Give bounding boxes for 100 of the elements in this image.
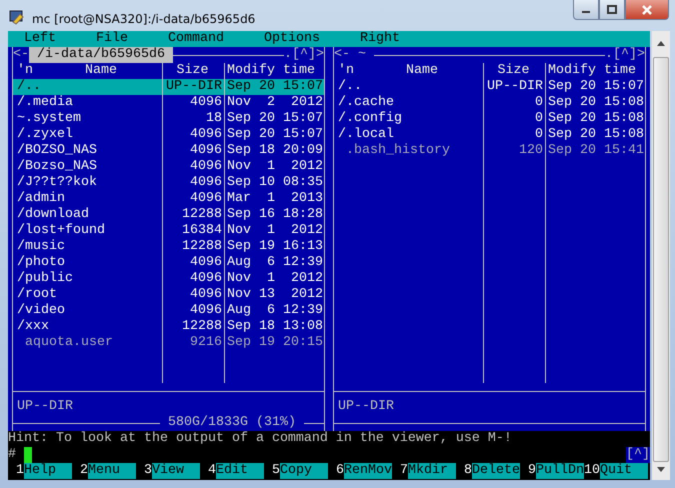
close-icon (641, 4, 653, 14)
file-size: 0 (535, 111, 543, 126)
file-name: /video (17, 303, 65, 318)
app-icon (8, 8, 26, 26)
file-time: Sep 20 15:08 (548, 111, 644, 126)
file-row[interactable]: .bash_history 120 Sep 20 15:41 (334, 143, 645, 159)
key-number: 7 (399, 463, 408, 479)
file-name: /BOZSO_NAS (17, 143, 97, 158)
status-text: UP--DIR (17, 399, 73, 414)
file-name: /lost+found (17, 223, 105, 238)
file-size: UP--DIR (166, 79, 222, 94)
disk-usage-text: 580G/1833G (31%) (167, 415, 298, 431)
file-row[interactable]: /lost+found 16384 Nov 1 2012 (13, 223, 324, 239)
column-header[interactable]: Size (498, 63, 530, 78)
function-key-button[interactable]: Menu (88, 463, 136, 479)
file-time: Nov 1 2012 (227, 271, 323, 286)
file-row[interactable]: /photo 4096 Aug 6 12:39 (13, 255, 324, 271)
text-cursor (24, 447, 32, 463)
file-name: ~.system (17, 111, 81, 126)
file-size: UP--DIR (487, 79, 543, 94)
column-header[interactable]: Size (176, 63, 208, 78)
file-row[interactable]: aquota.user 9216 Sep 19 20:15 (13, 335, 324, 351)
panel-corner: <- (13, 47, 29, 63)
panel-menu-marker[interactable]: .[^]> (605, 47, 645, 63)
file-name: /admin (17, 191, 65, 206)
menu-item[interactable]: Options (264, 31, 360, 47)
file-name: /download (17, 207, 89, 222)
close-button[interactable] (625, 0, 669, 20)
maximize-button[interactable] (599, 0, 625, 20)
key-number: 6 (335, 463, 344, 479)
file-row[interactable]: /J??t??kok 4096 Sep 10 08:35 (13, 175, 324, 191)
file-row[interactable]: /download 12288 Sep 16 18:28 (13, 207, 324, 223)
sort-indicator[interactable]: 'n (338, 63, 354, 79)
file-row[interactable]: /.cache 0 Sep 20 15:08 (334, 95, 645, 111)
file-time: Sep 10 08:35 (227, 175, 323, 190)
file-size: 0 (535, 95, 543, 110)
column-header[interactable]: Name (406, 63, 438, 79)
function-key-button[interactable]: Mkdir (408, 463, 456, 479)
file-row[interactable]: /BOZSO_NAS 4096 Sep 18 20:09 (13, 143, 324, 159)
function-key-button[interactable]: Quit (600, 463, 648, 479)
file-row[interactable]: /admin 4096 Mar 1 2013 (13, 191, 324, 207)
menu-item[interactable]: Right (360, 31, 440, 47)
file-name: /.. (17, 79, 41, 94)
scroll-down-icon[interactable] (656, 466, 666, 474)
file-row[interactable]: /xxx 12288 Sep 18 13:08 (13, 319, 324, 335)
column-header[interactable]: Name (85, 63, 117, 79)
file-row[interactable]: /root 4096 Nov 13 2012 (13, 287, 324, 303)
file-name: /.zyxel (17, 127, 73, 142)
scroll-up-icon[interactable] (656, 39, 666, 47)
menu-item[interactable]: Left (24, 31, 96, 47)
file-time: Sep 18 20:09 (227, 143, 323, 158)
file-row[interactable]: /music 12288 Sep 19 16:13 (13, 239, 324, 255)
key-number: 9 (527, 463, 536, 479)
key-number: 8 (463, 463, 472, 479)
file-row[interactable]: /public 4096 Nov 1 2012 (13, 271, 324, 287)
file-size: 4096 (190, 159, 222, 174)
function-key-button[interactable]: PullDn (536, 463, 584, 479)
file-time: Sep 20 15:07 (227, 111, 323, 126)
function-key-button[interactable]: View (152, 463, 200, 479)
key-number: 5 (271, 463, 280, 479)
file-row[interactable]: /.config 0 Sep 20 15:08 (334, 111, 645, 127)
file-row[interactable]: /video 4096 Aug 6 12:39 (13, 303, 324, 319)
key-number: 3 (143, 463, 152, 479)
hint-text: Hint: To look at the output of a command in the viewer, use M-! (8, 431, 513, 447)
file-row[interactable]: ~.system 18 Sep 20 15:07 (13, 111, 324, 127)
file-size: 120 (519, 143, 543, 158)
file-row[interactable]: /.. UP--DIR Sep 20 15:07 (13, 79, 324, 95)
file-name: aquota.user (24, 335, 113, 350)
file-row[interactable]: /Bozso_NAS 4096 Nov 1 2012 (13, 159, 324, 175)
minimize-button[interactable] (573, 0, 599, 20)
function-key-button[interactable]: Delete (472, 463, 520, 479)
column-header[interactable]: Modify time (548, 63, 636, 78)
sort-indicator[interactable]: 'n (17, 63, 33, 79)
file-row[interactable]: /.media 4096 Nov 2 2012 (13, 95, 324, 111)
file-size: 9216 (190, 335, 222, 350)
function-key-button[interactable]: Help (24, 463, 72, 479)
file-size: 0 (535, 127, 543, 142)
column-header[interactable]: Modify time (227, 63, 315, 78)
file-size: 4096 (190, 175, 222, 190)
file-size: 16384 (182, 223, 222, 238)
window-title: mc [root@NSA320]:/i-data/b65965d6 (32, 11, 256, 28)
file-row[interactable]: /.local 0 Sep 20 15:08 (334, 127, 645, 143)
file-time: Nov 13 2012 (227, 287, 323, 302)
function-key-button[interactable]: Edit (216, 463, 264, 479)
file-row[interactable]: /.zyxel 4096 Sep 20 15:07 (13, 127, 324, 143)
file-size: 18 (206, 111, 222, 126)
scrollbar-thumb[interactable] (653, 57, 669, 462)
function-key-button[interactable]: Copy (280, 463, 328, 479)
menu-item[interactable]: File (96, 31, 168, 47)
file-size: 12288 (182, 239, 222, 254)
file-name: /root (17, 287, 57, 302)
menu-item[interactable]: Command (168, 31, 264, 47)
function-key-button[interactable]: RenMov (344, 463, 392, 479)
file-time: Nov 1 2012 (227, 223, 323, 238)
file-time: Sep 20 15:08 (548, 95, 644, 110)
file-row[interactable]: /.. UP--DIR Sep 20 15:07 (334, 79, 645, 95)
file-size: 4096 (190, 143, 222, 158)
panel-menu-marker[interactable]: .[^]> (284, 47, 324, 63)
file-name: /music (17, 239, 65, 254)
file-time: Aug 6 12:39 (227, 255, 323, 270)
